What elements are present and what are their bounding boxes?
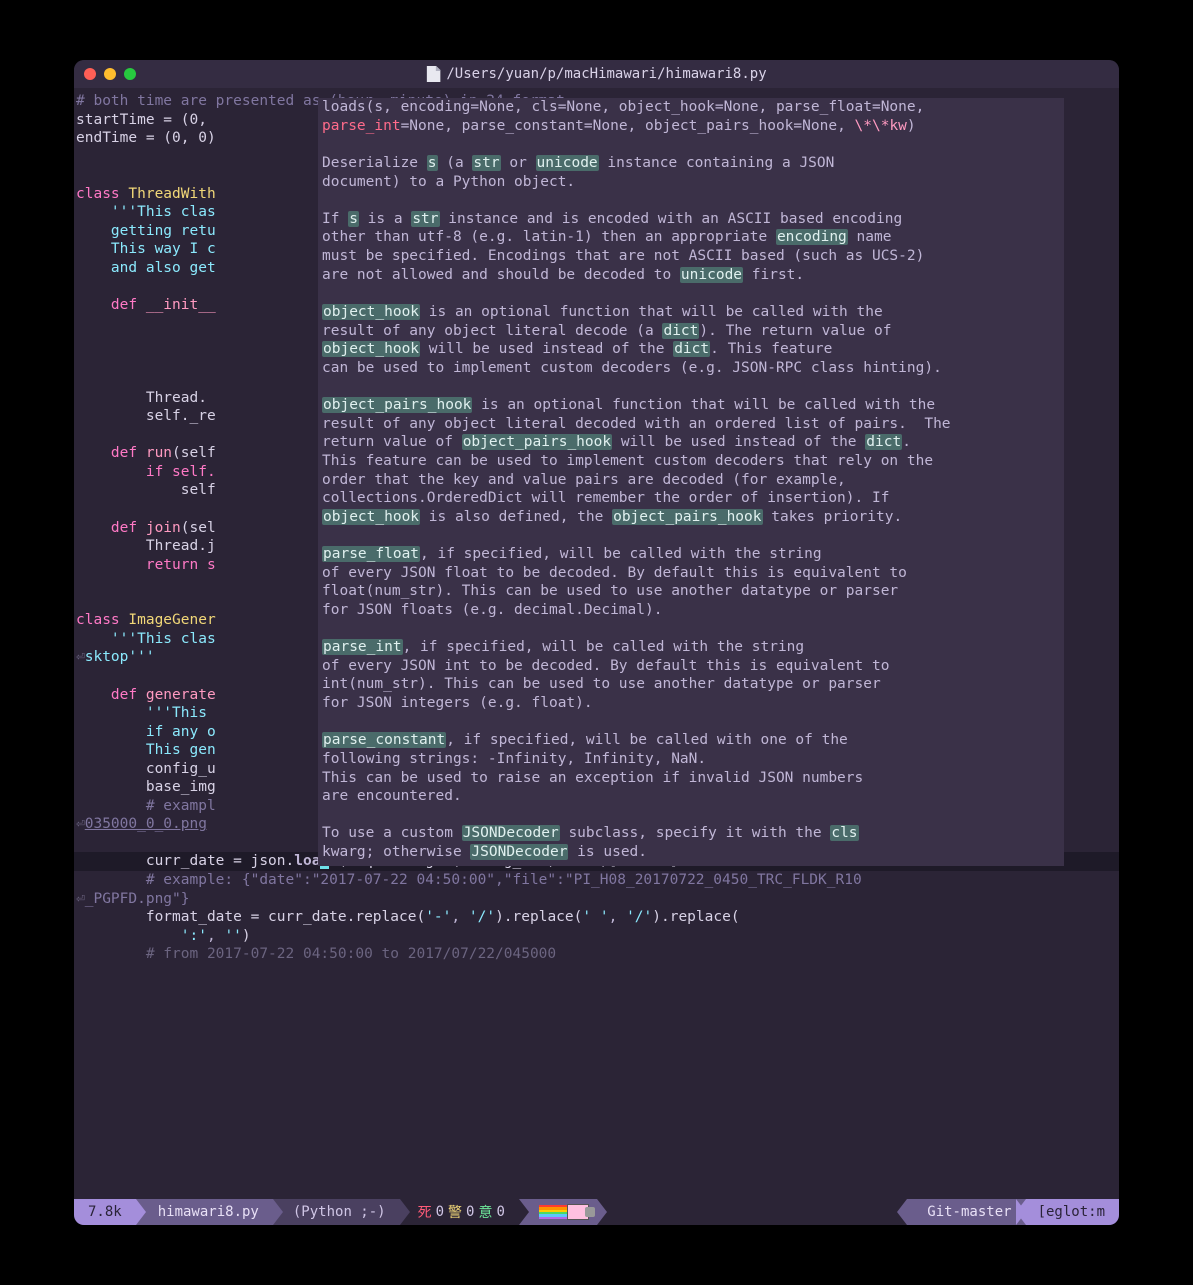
flycheck-status[interactable]: 死0 警0 意0 [400, 1199, 519, 1225]
eglot-status[interactable]: [eglot:m [1026, 1199, 1119, 1225]
nyan-cat [519, 1199, 597, 1225]
buffer-size: 7.8k [74, 1199, 136, 1225]
buffer-name[interactable]: himawari8.py [136, 1199, 273, 1225]
traffic-lights [84, 68, 136, 80]
zoom-button[interactable] [124, 68, 136, 80]
mode-line[interactable]: 7.8k himawari8.py (Python ;-) 死0 警0 意0 G… [74, 1199, 1119, 1225]
close-button[interactable] [84, 68, 96, 80]
window-title: /Users/yuan/p/macHimawari/himawari8.py [426, 66, 766, 82]
modeline-spacer [597, 1199, 907, 1225]
title-bar[interactable]: /Users/yuan/p/macHimawari/himawari8.py [74, 60, 1119, 88]
editor-area[interactable]: # both time are presented as (hour, minu… [74, 88, 1119, 1199]
major-mode[interactable]: (Python ;-) [273, 1199, 400, 1225]
title-path: /Users/yuan/p/macHimawari/himawari8.py [446, 66, 766, 82]
emacs-window: /Users/yuan/p/macHimawari/himawari8.py #… [74, 60, 1119, 1225]
nyan-cat-icon [567, 1204, 589, 1220]
vc-status[interactable]: Git-master [907, 1199, 1025, 1225]
file-icon [426, 66, 440, 82]
rainbow-icon [539, 1205, 569, 1219]
eldoc-popup: loads(s, encoding=None, cls=None, object… [318, 98, 1064, 866]
minimize-button[interactable] [104, 68, 116, 80]
popup-content: loads(s, encoding=None, cls=None, object… [322, 98, 1060, 862]
